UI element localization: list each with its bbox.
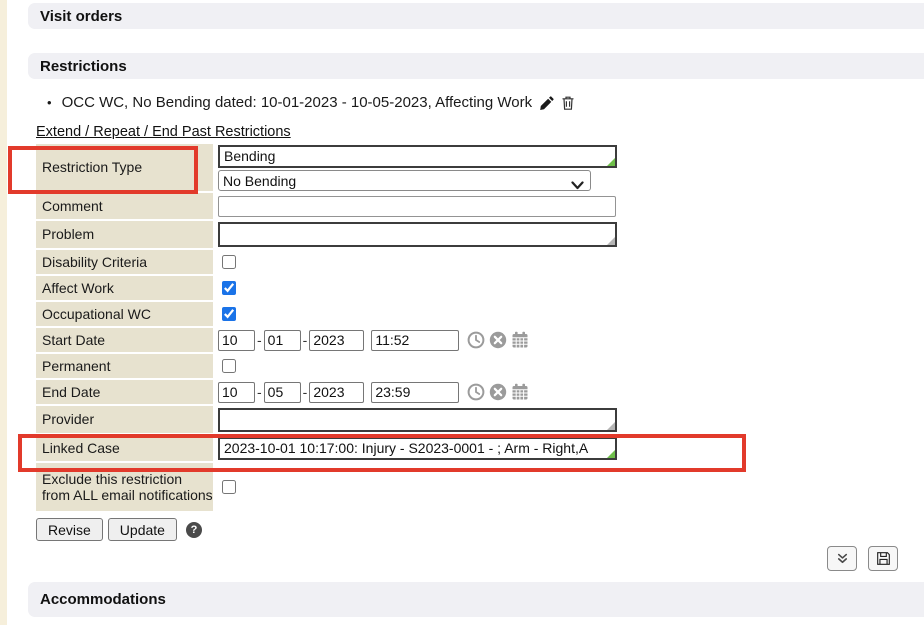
update-button[interactable]: Update (108, 518, 177, 541)
date-separator: - (257, 384, 262, 400)
form-row-occupational-wc: Occupational WC (36, 302, 924, 326)
accommodations-title: Accommodations (40, 591, 166, 608)
form-row-exclude-email: Exclude this restriction from ALL email … (36, 463, 924, 511)
calendar-icon[interactable] (511, 383, 529, 401)
form-row-permanent: Permanent (36, 354, 924, 378)
restrictions-title: Restrictions (40, 58, 127, 75)
resize-handle-icon[interactable] (607, 450, 615, 458)
start-date-label: Start Date (36, 328, 213, 352)
resize-handle-icon[interactable] (607, 422, 615, 430)
save-button[interactable] (868, 546, 898, 571)
section-header-visit-orders: Visit orders (28, 3, 924, 29)
affect-work-label: Affect Work (36, 276, 213, 300)
start-year-input[interactable] (309, 330, 364, 351)
form-row-problem: Problem (36, 221, 924, 248)
end-month-input[interactable] (218, 382, 255, 403)
save-disk-icon (876, 551, 891, 566)
calendar-icon[interactable] (511, 331, 529, 349)
restriction-type-textarea[interactable]: Bending (218, 145, 617, 168)
restriction-type-select[interactable]: No Bending (218, 170, 591, 191)
occupational-wc-label: Occupational WC (36, 302, 213, 326)
resize-handle-icon[interactable] (607, 158, 615, 166)
comment-input[interactable] (218, 196, 616, 217)
revise-button[interactable]: Revise (36, 518, 103, 541)
problem-label: Problem (36, 221, 213, 248)
restriction-item-text: OCC WC, No Bending dated: 10-01-2023 - 1… (62, 94, 533, 111)
linked-case-label: Linked Case (36, 435, 213, 461)
section-header-restrictions: Restrictions (28, 53, 924, 79)
restriction-form: Restriction Type Bending No Bending C (36, 144, 924, 511)
start-time-input[interactable] (371, 330, 459, 351)
form-row-affect-work: Affect Work (36, 276, 924, 300)
clock-icon[interactable] (467, 383, 485, 401)
clear-icon[interactable] (489, 331, 507, 349)
content-area: Visit orders Restrictions • OCC WC, No B… (7, 0, 924, 625)
form-actions: Revise Update ? (36, 518, 924, 541)
date-separator: - (257, 332, 262, 348)
affect-work-checkbox[interactable] (222, 281, 236, 295)
form-row-provider: Provider (36, 406, 924, 433)
section-header-accommodations: Accommodations (28, 582, 924, 617)
visit-orders-title: Visit orders (40, 8, 122, 25)
dropdown-chevron-icon (571, 177, 584, 186)
comment-label: Comment (36, 193, 213, 219)
end-year-input[interactable] (309, 382, 364, 403)
linked-case-text: 2023-10-01 10:17:00: Injury - S2023-0001… (224, 440, 588, 456)
clear-icon[interactable] (489, 383, 507, 401)
edit-pencil-icon[interactable] (539, 95, 555, 111)
start-day-input[interactable] (264, 330, 301, 351)
collapse-double-chevron-icon (835, 551, 850, 566)
exclude-email-label: Exclude this restriction from ALL email … (36, 463, 213, 511)
floating-toolbar (827, 546, 898, 571)
disability-criteria-label: Disability Criteria (36, 250, 213, 274)
delete-trash-icon[interactable] (560, 95, 576, 111)
permanent-checkbox[interactable] (222, 359, 236, 373)
provider-textarea[interactable] (218, 408, 617, 432)
permanent-label: Permanent (36, 354, 213, 378)
form-row-comment: Comment (36, 193, 924, 219)
occupational-wc-checkbox[interactable] (222, 307, 236, 321)
restriction-type-text: Bending (224, 148, 275, 164)
restriction-list-item: • OCC WC, No Bending dated: 10-01-2023 -… (47, 94, 924, 111)
problem-textarea[interactable] (218, 222, 617, 247)
help-icon[interactable]: ? (186, 522, 202, 538)
date-separator: - (303, 332, 308, 348)
page: Visit orders Restrictions • OCC WC, No B… (0, 0, 924, 625)
form-row-end-date: End Date - - (36, 380, 924, 404)
form-row-start-date: Start Date - - (36, 328, 924, 352)
end-time-input[interactable] (371, 382, 459, 403)
end-date-label: End Date (36, 380, 213, 404)
restriction-type-selected-option: No Bending (223, 173, 296, 189)
clock-icon[interactable] (467, 331, 485, 349)
extend-repeat-end-link[interactable]: Extend / Repeat / End Past Restrictions (36, 124, 291, 140)
resize-handle-icon[interactable] (607, 237, 615, 245)
linked-case-textarea[interactable]: 2023-10-01 10:17:00: Injury - S2023-0001… (218, 437, 617, 460)
provider-label: Provider (36, 406, 213, 433)
date-separator: - (303, 384, 308, 400)
restriction-type-label: Restriction Type (36, 144, 213, 191)
form-row-restriction-type: Restriction Type Bending No Bending (36, 144, 924, 191)
exclude-email-checkbox[interactable] (222, 480, 236, 494)
form-row-linked-case: Linked Case 2023-10-01 10:17:00: Injury … (36, 435, 924, 461)
disability-criteria-checkbox[interactable] (222, 255, 236, 269)
form-row-disability-criteria: Disability Criteria (36, 250, 924, 274)
bullet-icon: • (47, 95, 52, 110)
collapse-double-chevron-button[interactable] (827, 546, 857, 571)
start-month-input[interactable] (218, 330, 255, 351)
end-day-input[interactable] (264, 382, 301, 403)
